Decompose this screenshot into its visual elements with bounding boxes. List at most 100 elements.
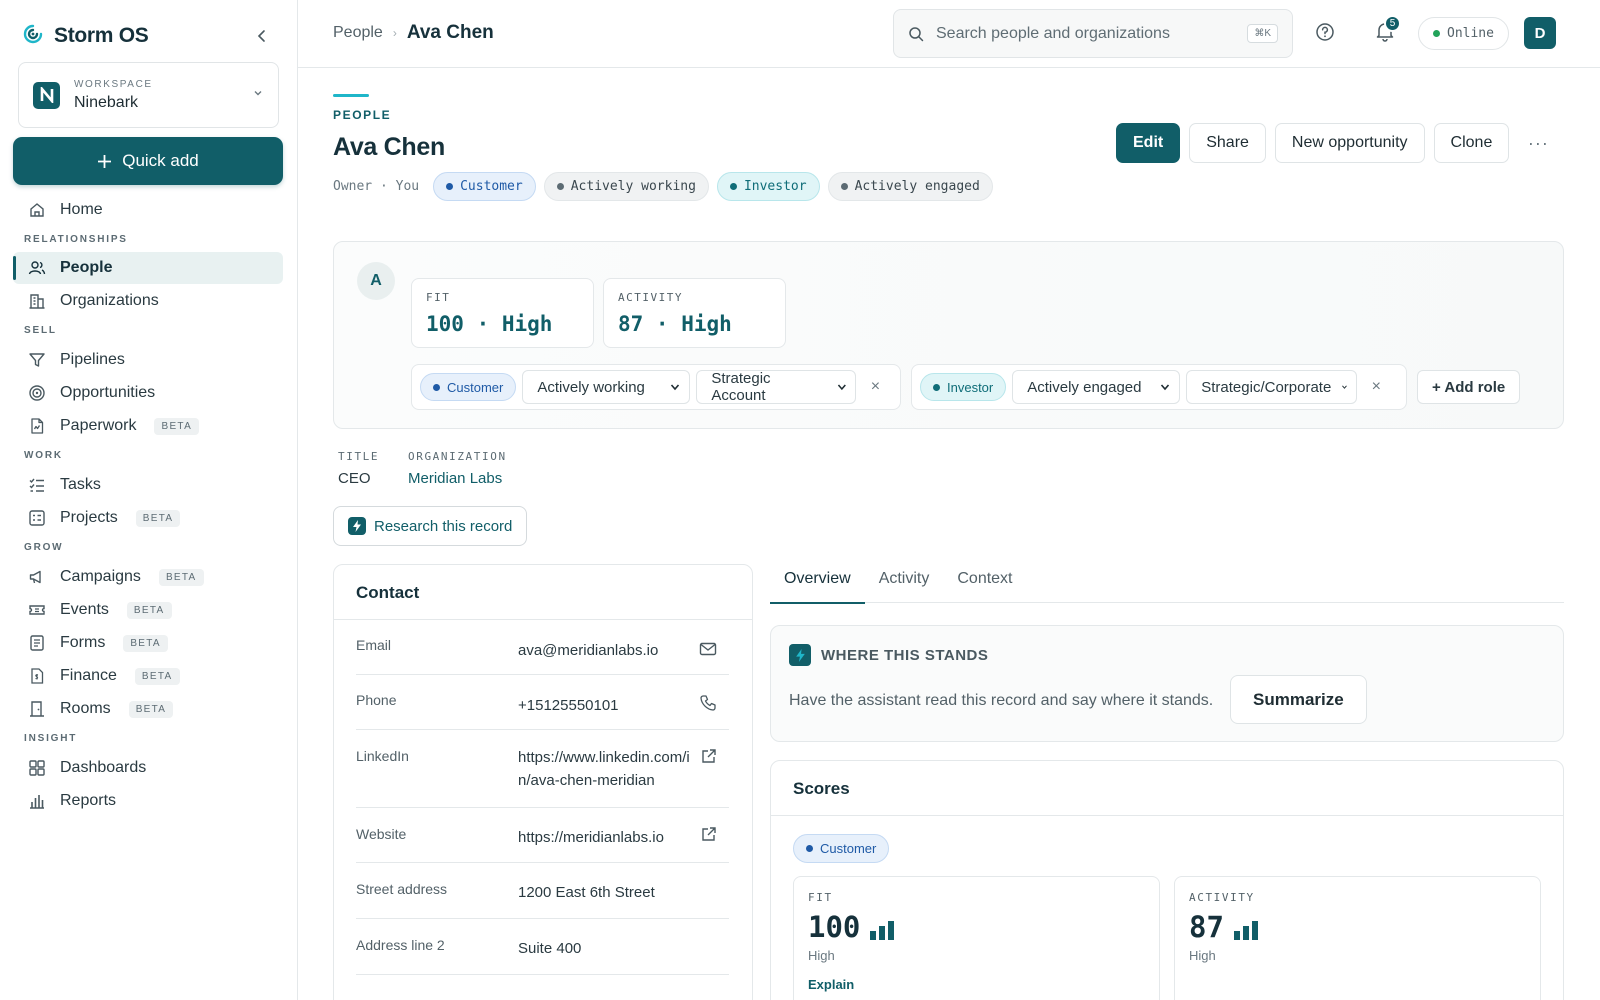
brand[interactable]: Storm OS bbox=[22, 22, 149, 50]
invoice-icon bbox=[31, 668, 44, 684]
quick-add-button[interactable]: Quick add bbox=[13, 137, 283, 185]
breadcrumb-people[interactable]: People bbox=[333, 24, 383, 42]
sidebar-item-label: Organizations bbox=[60, 292, 159, 309]
add-role-button[interactable]: + Add role bbox=[1417, 370, 1521, 404]
sidebar-item-opportunities[interactable]: Opportunities bbox=[13, 377, 283, 409]
email-value[interactable]: ava@meridianlabs.io bbox=[518, 639, 693, 662]
sidebar-item-pipelines[interactable]: Pipelines bbox=[13, 344, 283, 376]
contact-row-email: Email ava@meridianlabs.io bbox=[356, 620, 729, 675]
contact-key: Phone bbox=[356, 692, 397, 708]
sidebar-item-rooms[interactable]: Rooms BETA bbox=[13, 693, 283, 725]
organization-field-label: ORGANIZATION bbox=[408, 450, 507, 463]
tag-actively-engaged[interactable]: Actively engaged bbox=[827, 172, 993, 201]
sidebar-item-reports[interactable]: Reports bbox=[13, 785, 283, 817]
research-record-button[interactable]: Research this record bbox=[333, 506, 528, 546]
contact-row-website: Website https://meridianlabs.io bbox=[356, 808, 729, 863]
tab-activity[interactable]: Activity bbox=[865, 564, 944, 603]
workspace-label: WORKSPACE bbox=[74, 78, 153, 90]
help-button[interactable] bbox=[1315, 22, 1335, 47]
tab-overview[interactable]: Overview bbox=[770, 564, 865, 604]
workspace-switcher[interactable]: WORKSPACE Ninebark bbox=[18, 62, 279, 128]
phone-icon[interactable] bbox=[699, 694, 717, 717]
sidebar-item-tasks[interactable]: Tasks bbox=[13, 469, 283, 501]
remove-role-button[interactable]: × bbox=[862, 378, 888, 396]
website-link[interactable]: https://meridianlabs.io bbox=[518, 826, 693, 849]
users-icon bbox=[28, 261, 46, 275]
fit-score-label: FIT bbox=[808, 891, 833, 904]
fit-score-level: High bbox=[808, 948, 835, 963]
sidebar-item-label: Campaigns bbox=[60, 568, 141, 585]
search-input[interactable] bbox=[936, 24, 1236, 43]
summarize-button[interactable]: Summarize bbox=[1230, 675, 1367, 724]
dot-icon bbox=[933, 383, 940, 391]
fit-value: 100 · High bbox=[426, 312, 553, 336]
activity-metric: ACTIVITY 87 · High bbox=[603, 278, 786, 348]
user-avatar[interactable]: D bbox=[1524, 17, 1556, 49]
global-search[interactable]: ⌘K bbox=[893, 9, 1293, 58]
more-actions-button[interactable]: ··· bbox=[1518, 123, 1558, 163]
tag-customer[interactable]: Customer bbox=[433, 172, 536, 201]
collapse-sidebar-button[interactable] bbox=[250, 24, 274, 48]
sidebar-item-dashboards[interactable]: Dashboards bbox=[13, 752, 283, 784]
sidebar-item-campaigns[interactable]: Campaigns BETA bbox=[13, 561, 283, 593]
activity-score-level: High bbox=[1189, 948, 1216, 963]
new-opportunity-button[interactable]: New opportunity bbox=[1274, 123, 1425, 163]
scores-role-customer[interactable]: Customer bbox=[793, 834, 890, 863]
sidebar-item-paperwork[interactable]: Paperwork BETA bbox=[13, 410, 283, 442]
role-status-select[interactable]: Actively engaged bbox=[1012, 370, 1181, 404]
sidebar-item-forms[interactable]: Forms BETA bbox=[13, 627, 283, 659]
role-label: Customer bbox=[447, 379, 504, 395]
contact-card: Contact Email ava@meridianlabs.io Phone … bbox=[333, 564, 753, 1000]
sidebar-item-home[interactable]: Home bbox=[13, 194, 283, 226]
presence-status[interactable]: Online bbox=[1418, 17, 1509, 50]
signal-bars-icon bbox=[870, 921, 895, 940]
phone-value[interactable]: +15125550101 bbox=[518, 694, 693, 717]
record-meta: Owner · You Customer Actively working In… bbox=[333, 172, 993, 201]
external-link-icon[interactable] bbox=[700, 826, 717, 848]
fit-metric: FIT 100 · High bbox=[411, 278, 594, 348]
megaphone-icon bbox=[29, 570, 41, 584]
share-button[interactable]: Share bbox=[1189, 123, 1266, 163]
title-field-value: CEO bbox=[338, 470, 371, 487]
clone-button[interactable]: Clone bbox=[1433, 123, 1510, 163]
explain-link[interactable]: Explain bbox=[808, 977, 1145, 992]
owner-label: Owner · You bbox=[333, 179, 420, 194]
linkedin-link[interactable]: https://www.linkedin.com/in/ava-chen-mer… bbox=[518, 746, 693, 792]
section-sell: SELL bbox=[24, 325, 57, 336]
fit-score-value: 100 bbox=[808, 910, 861, 944]
mail-icon[interactable] bbox=[699, 641, 717, 662]
sidebar-item-label: Rooms bbox=[60, 700, 111, 717]
remove-role-button[interactable]: × bbox=[1363, 378, 1389, 396]
quick-add-label: Quick add bbox=[122, 151, 199, 170]
dot-icon bbox=[556, 183, 564, 190]
edit-button[interactable]: Edit bbox=[1116, 123, 1181, 163]
section-grow: GROW bbox=[24, 542, 64, 553]
filter-icon bbox=[29, 353, 45, 367]
sidebar-item-finance[interactable]: Finance BETA bbox=[13, 660, 283, 692]
building-icon bbox=[29, 294, 45, 309]
sidebar-item-label: Forms bbox=[60, 634, 106, 651]
sidebar-item-events[interactable]: Events BETA bbox=[13, 594, 283, 626]
bar-chart-icon bbox=[30, 795, 44, 809]
tab-context[interactable]: Context bbox=[943, 564, 1026, 603]
role-segment-select[interactable]: Strategic Account bbox=[696, 370, 857, 404]
sidebar-item-people[interactable]: People bbox=[13, 252, 283, 284]
checklist-icon bbox=[29, 478, 44, 492]
fit-score-box: FIT 100 High Explain bbox=[793, 876, 1160, 1000]
sidebar-item-label: Pipelines bbox=[60, 351, 125, 368]
role-status-select[interactable]: Actively working bbox=[522, 370, 691, 404]
sidebar-item-organizations[interactable]: Organizations bbox=[13, 285, 283, 317]
sidebar-item-label: Paperwork bbox=[60, 417, 137, 434]
section-relationships: RELATIONSHIPS bbox=[24, 234, 128, 245]
tag-actively-working[interactable]: Actively working bbox=[543, 172, 709, 201]
sidebar-item-label: Home bbox=[60, 201, 103, 218]
stands-title: WHERE THIS STANDS bbox=[821, 646, 989, 664]
title-field-label: TITLE bbox=[338, 450, 380, 463]
tag-investor[interactable]: Investor bbox=[716, 172, 820, 201]
external-link-icon[interactable] bbox=[700, 748, 717, 770]
organization-link[interactable]: Meridian Labs bbox=[408, 470, 502, 487]
role-segment-select[interactable]: Strategic/Corporate bbox=[1186, 370, 1358, 404]
sidebar-item-projects[interactable]: Projects BETA bbox=[13, 502, 283, 534]
record-tabs: Overview Activity Context bbox=[770, 564, 1564, 604]
status-dot-icon bbox=[1433, 30, 1440, 37]
